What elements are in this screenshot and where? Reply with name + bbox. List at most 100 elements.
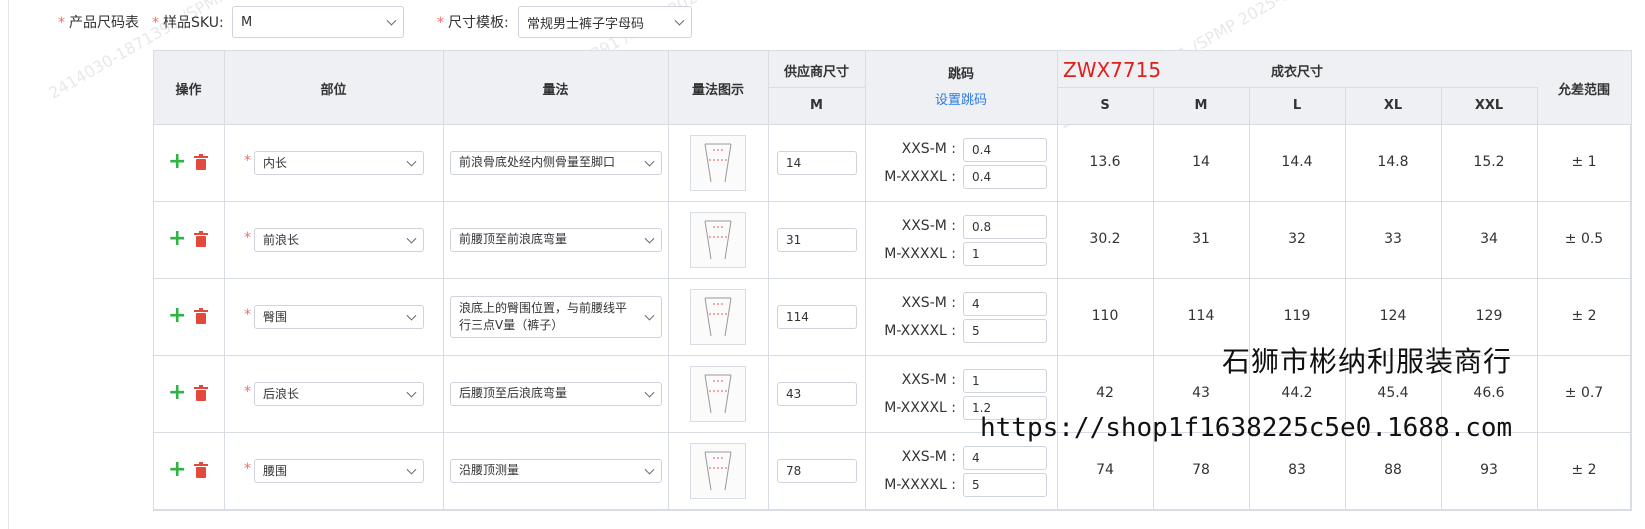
shop-url-overlay: https://shop1f1638225c5e0.1688.com: [980, 413, 1513, 443]
header-divider: [768, 87, 865, 88]
size-cell-m: 114: [1187, 307, 1215, 324]
template-select[interactable]: 常规男士裤子字母码: [518, 6, 692, 38]
measure-diagram-thumbnail[interactable]: [690, 442, 746, 499]
table-label: * 产品尺码表: [58, 15, 139, 31]
add-icon[interactable]: +: [168, 381, 186, 404]
method-value: 沿腰顶测量: [459, 463, 520, 477]
jump-input-m-xxxxl[interactable]: 1: [963, 241, 1047, 266]
chevron-down-icon: [644, 464, 655, 475]
size-cell-xl: 45.4: [1377, 384, 1409, 401]
size-cell-xxl: 93: [1480, 461, 1498, 478]
method-select[interactable]: 后腰顶至后浪底弯量: [450, 381, 662, 406]
jump-input-xxs-m[interactable]: 1: [963, 368, 1047, 393]
add-icon[interactable]: +: [168, 458, 186, 481]
size-cell-m: 43: [1192, 384, 1210, 401]
chevron-down-icon: [406, 233, 417, 244]
shop-name-overlay: 石狮市彬纳利服装商行: [1222, 345, 1513, 378]
supplier-size-input[interactable]: 114: [777, 304, 857, 329]
add-icon[interactable]: +: [168, 304, 186, 327]
jump-input-m-xxxxl[interactable]: 0.4: [963, 164, 1047, 189]
jump-label-m-xxxxl: M-XXXXL :: [884, 322, 956, 339]
method-select[interactable]: 浪底上的臀围位置，与前腰线平行三点V量（裤子）: [450, 295, 662, 338]
size-cell-s: 13.6: [1089, 153, 1121, 170]
jump-input-m-xxxxl[interactable]: 5: [963, 318, 1047, 343]
size-cell-xl: 88: [1384, 461, 1402, 478]
jump-input-xxs-m[interactable]: 0.8: [963, 214, 1047, 239]
method-value: 前浪骨底处经内侧骨量至脚口: [459, 155, 616, 169]
size-cell-m: 14: [1192, 153, 1210, 170]
required-mark: *: [244, 152, 251, 169]
chevron-down-icon: [406, 156, 417, 167]
required-mark: *: [244, 460, 251, 477]
jump-label-m-xxxxl: M-XXXXL :: [884, 476, 956, 493]
header-ops: 操作: [175, 83, 202, 98]
part-value: 臀围: [263, 310, 288, 324]
column-divider: [1537, 87, 1538, 511]
sku-select[interactable]: M: [232, 6, 404, 38]
jump-label-xxs-m: XXS-M :: [901, 448, 956, 465]
measure-diagram-thumbnail[interactable]: [690, 134, 746, 191]
supplier-size-input[interactable]: 43: [777, 381, 857, 406]
measure-diagram-thumbnail[interactable]: [690, 288, 746, 345]
size-cell-l: 119: [1283, 307, 1311, 324]
measure-diagram-thumbnail[interactable]: [690, 365, 746, 422]
sku-label: * 样品SKU:: [152, 15, 224, 31]
sku-value: M: [241, 14, 253, 30]
chevron-down-icon: [674, 15, 685, 26]
jump-label-xxs-m: XXS-M :: [901, 294, 956, 311]
column-divider: [1441, 87, 1442, 511]
jump-input-m-xxxxl[interactable]: 5: [963, 472, 1047, 497]
tolerance-cell: ± 0.7: [1564, 384, 1604, 401]
chevron-down-icon: [644, 156, 655, 167]
template-label: * 尺寸模板:: [437, 15, 509, 31]
part-select[interactable]: 内长: [254, 150, 424, 175]
method-select[interactable]: 沿腰顶测量: [450, 458, 662, 483]
tolerance-cell: ± 2: [1571, 461, 1597, 478]
jump-label-xxs-m: XXS-M :: [901, 371, 956, 388]
header-diagram: 量法图示: [691, 83, 744, 98]
method-value: 浪底上的臀围位置，与前腰线平行三点V量（裤子）: [459, 300, 628, 332]
column-divider: [768, 50, 769, 511]
trash-icon[interactable]: [194, 461, 208, 478]
measure-diagram-thumbnail[interactable]: [690, 211, 746, 268]
row-divider: [153, 509, 1631, 510]
method-select[interactable]: 前浪骨底处经内侧骨量至脚口: [450, 150, 662, 175]
jump-input-xxs-m[interactable]: 4: [963, 445, 1047, 470]
jump-input-xxs-m[interactable]: 4: [963, 291, 1047, 316]
header-size-xxl: XXL: [1474, 98, 1504, 113]
header-finished: 成衣尺寸: [1270, 65, 1323, 80]
required-mark: *: [244, 383, 251, 400]
trash-icon[interactable]: [194, 307, 208, 324]
jump-input-xxs-m[interactable]: 0.4: [963, 137, 1047, 162]
part-select[interactable]: 臀围: [254, 304, 424, 329]
trash-icon[interactable]: [194, 384, 208, 401]
part-select[interactable]: 前浪长: [254, 227, 424, 252]
part-select[interactable]: 后浪长: [254, 381, 424, 406]
trash-icon[interactable]: [194, 230, 208, 247]
size-cell-xl: 33: [1384, 230, 1402, 247]
size-cell-l: 44.2: [1281, 384, 1313, 401]
supplier-size-input[interactable]: 31: [777, 227, 857, 252]
tolerance-cell: ± 0.5: [1564, 230, 1604, 247]
trash-icon[interactable]: [194, 153, 208, 170]
add-icon[interactable]: +: [168, 150, 186, 173]
size-cell-xxl: 129: [1475, 307, 1503, 324]
set-jump-link[interactable]: 设置跳码: [865, 89, 1057, 108]
chevron-down-icon: [644, 387, 655, 398]
header-size-l: L: [1292, 98, 1302, 113]
required-mark: *: [244, 306, 251, 323]
header-tolerance: 允差范围: [1557, 83, 1610, 98]
column-divider: [1631, 50, 1632, 511]
tolerance-cell: ± 1: [1571, 153, 1597, 170]
row-divider: [153, 50, 1631, 51]
method-select[interactable]: 前腰顶至前浪底弯量: [450, 227, 662, 252]
add-icon[interactable]: +: [168, 227, 186, 250]
size-cell-xl: 14.8: [1377, 153, 1409, 170]
supplier-size-input[interactable]: 78: [777, 458, 857, 483]
header-size-m: M: [1194, 98, 1208, 113]
supplier-size-input[interactable]: 14: [777, 150, 857, 175]
method-value: 后腰顶至后浪底弯量: [459, 386, 568, 400]
part-select[interactable]: 腰围: [254, 458, 424, 483]
jump-label-xxs-m: XXS-M :: [901, 217, 956, 234]
column-divider: [153, 50, 154, 511]
